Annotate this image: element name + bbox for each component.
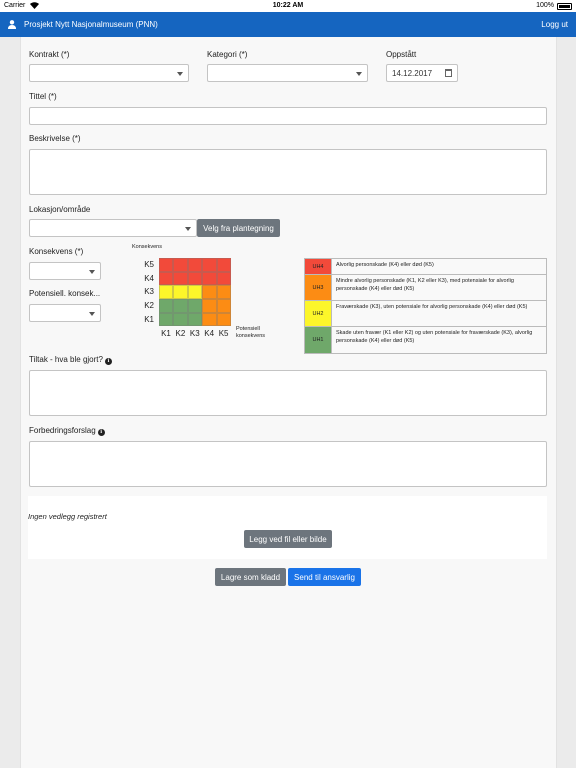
tittel-label: Tittel (*) [29, 92, 57, 101]
risk-legend: UH4 Alvorlig personskade (K4) eller død (… [304, 258, 547, 354]
chevron-down-icon [356, 72, 362, 76]
legend-description: Fraværskade (K3), uten potensiale for al… [332, 301, 546, 326]
beskrivelse-textarea[interactable] [29, 149, 547, 195]
matrix-cell [173, 299, 188, 313]
tittel-input[interactable] [29, 107, 547, 125]
matrix-row-label: K5 [144, 260, 154, 269]
matrix-cell [216, 312, 231, 327]
matrix-cell [173, 285, 188, 300]
matrix-cell [202, 258, 217, 272]
matrix-cell [202, 271, 217, 286]
matrix-col-label: K4 [204, 328, 215, 338]
legend-code: UH4 [305, 259, 332, 274]
matrix-cell [202, 312, 217, 327]
clock: 10:22 AM [272, 2, 304, 9]
kontrakt-select[interactable] [29, 64, 189, 82]
legend-row: UH4 Alvorlig personskade (K4) eller død (… [305, 259, 546, 274]
matrix-col-label: K3 [189, 328, 200, 338]
matrix-row-label: K3 [144, 287, 154, 297]
konsekvens-label: Konsekvens (*) [29, 247, 84, 256]
matrix-cell [187, 312, 203, 327]
info-icon[interactable]: i [104, 358, 112, 365]
legend-code: UH3 [305, 275, 332, 300]
kategori-select[interactable] [207, 64, 368, 82]
matrix-cell [159, 312, 174, 327]
choose-from-floorplan-button[interactable]: Velg fra plantegning [197, 219, 280, 237]
status-bar: Carrier 10:22 AM 100% [0, 0, 576, 12]
legend-description: Alvorlig personskade (K4) eller død (K5) [332, 259, 546, 274]
konsekvens-select[interactable] [29, 262, 101, 280]
matrix-cell [173, 258, 188, 272]
matrix-y-title: Konsekvens [132, 244, 162, 250]
matrix-cell [202, 285, 217, 300]
matrix-cell [173, 312, 188, 327]
matrix-cell [173, 271, 188, 286]
battery-percent: 100% [536, 2, 554, 9]
attach-file-button[interactable]: Legg ved fil eller bilde [244, 530, 332, 548]
matrix-cell [159, 299, 174, 313]
matrix-x-title: Potensiell konsekvens [236, 326, 265, 340]
no-attachments-text: Ingen vedlegg registrert [28, 512, 107, 521]
matrix-cell [202, 299, 217, 313]
matrix-row-label: K2 [144, 301, 154, 311]
battery-icon [557, 3, 572, 10]
tiltak-label: Tiltak - hva ble gjort? [29, 355, 103, 364]
legend-row: UH1 Skade uten fravær (K1 eller K2) og ut… [305, 326, 546, 353]
matrix-col-label: K5 [218, 328, 229, 338]
legend-row: UH3 Mindre alvorlig personskade (K1, K2 e… [305, 274, 546, 300]
tiltak-textarea[interactable] [29, 370, 547, 416]
legend-code: UH2 [305, 301, 332, 326]
chevron-down-icon [177, 72, 183, 76]
legend-description: Mindre alvorlig personskade (K1, K2 elle… [332, 275, 546, 300]
kontrakt-label: Kontrakt (*) [29, 50, 70, 59]
forbedring-label: Forbedringsforslag [29, 426, 96, 435]
oppstatt-date-field[interactable]: 14.12.2017 [386, 64, 458, 82]
legend-description: Skade uten fravær (K1 eller K2) og uten … [332, 327, 546, 353]
calendar-icon[interactable] [445, 69, 452, 77]
send-to-responsible-button[interactable]: Send til ansvarlig [288, 568, 361, 586]
chevron-down-icon [185, 227, 191, 231]
matrix-cell [216, 271, 231, 286]
matrix-cell [159, 285, 174, 300]
app-navbar: Prosjekt Nytt Nasjonalmuseum (PNN) Logg … [0, 12, 576, 37]
matrix-cell [216, 299, 231, 313]
kategori-label: Kategori (*) [207, 50, 248, 59]
user-icon [8, 20, 16, 29]
legend-row: UH2 Fraværskade (K3), uten potensiale for… [305, 300, 546, 326]
matrix-cell [159, 271, 174, 286]
tiltak-label-wrap: Tiltak - hva ble gjort? i [29, 355, 112, 365]
info-icon[interactable]: i [97, 429, 105, 436]
chevron-down-icon [89, 312, 95, 316]
oppstatt-label: Oppstått [386, 50, 417, 59]
matrix-cell [216, 285, 231, 300]
matrix-x-title-line2: konsekvens [236, 333, 266, 339]
matrix-row-label: K4 [144, 273, 154, 283]
matrix-x-title-line1: Potensiell [236, 326, 260, 332]
matrix-cell [216, 258, 231, 272]
chevron-down-icon [89, 270, 95, 274]
forbedring-label-wrap: Forbedringsforslag i [29, 426, 105, 436]
potensiell-label: Potensiell. konsek... [29, 289, 101, 298]
matrix-col-label: K2 [175, 328, 186, 338]
matrix-row-label: K1 [144, 314, 154, 324]
logout-link[interactable]: Logg ut [541, 20, 568, 29]
potensiell-select[interactable] [29, 304, 101, 322]
attachments-section: Ingen vedlegg registrert [28, 496, 547, 559]
date-value: 14.12.2017 [392, 69, 433, 78]
matrix-cell [187, 271, 203, 286]
matrix-cell [187, 285, 203, 300]
matrix-col-label: K1 [161, 328, 171, 338]
matrix-cell [187, 299, 203, 313]
forbedring-textarea[interactable] [29, 441, 547, 487]
matrix-cell [187, 258, 203, 272]
lokasjon-select[interactable] [29, 219, 197, 237]
lokasjon-label: Lokasjon/område [29, 205, 91, 214]
beskrivelse-label: Beskrivelse (*) [29, 134, 81, 143]
legend-code: UH1 [305, 327, 332, 353]
project-title: Prosjekt Nytt Nasjonalmuseum (PNN) [24, 20, 158, 29]
matrix-cell [159, 258, 174, 272]
save-draft-button[interactable]: Lagre som kladd [215, 568, 286, 586]
